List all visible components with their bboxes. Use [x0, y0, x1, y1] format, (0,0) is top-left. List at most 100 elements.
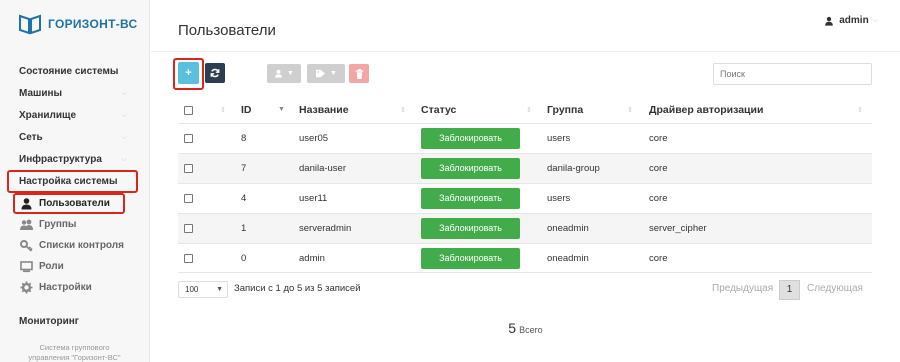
sidebar-subitem-settings[interactable]: Настройки	[0, 277, 149, 298]
sort-icon[interactable]: ⇕	[627, 106, 633, 114]
add-button[interactable]: +	[178, 62, 199, 84]
cell-id: 4	[241, 193, 247, 204]
sidebar-subitem-groups[interactable]: Группы	[0, 214, 149, 235]
cell-id: 8	[241, 133, 247, 144]
pagination-prev[interactable]: Предыдущая	[712, 283, 773, 294]
table-row[interactable]: 4 user11 Заблокировать users core	[178, 183, 872, 213]
sidebar-subitem-label: Роли	[39, 261, 64, 272]
search-input[interactable]	[713, 63, 872, 85]
select-all-checkbox[interactable]	[184, 106, 193, 115]
user-icon	[825, 16, 834, 26]
screen-icon	[20, 261, 33, 273]
cell-group: danila-group	[547, 163, 600, 174]
sidebar-item-infrastructure[interactable]: Инфраструктура ⌵	[0, 149, 149, 171]
sort-icon[interactable]: ⇕	[220, 106, 226, 114]
records-info: Записи с 1 до 5 из 5 записей	[234, 283, 361, 294]
column-header-auth-driver[interactable]: Драйвер авторизации	[649, 104, 763, 116]
labels-button[interactable]: ▼	[307, 64, 345, 83]
sidebar-subitem-acl[interactable]: Списки контроля	[0, 235, 149, 256]
sidebar-item-label: Хранилище	[19, 110, 77, 121]
table-row[interactable]: 7 danila-user Заблокировать danila-group…	[178, 153, 872, 183]
column-header-id[interactable]: ID	[241, 104, 252, 116]
key-icon	[20, 240, 33, 252]
sidebar-item-network[interactable]: Сеть ⌵	[0, 127, 149, 149]
sidebar-item-storage[interactable]: Хранилище ⌵	[0, 105, 149, 127]
sidebar-item-system-status[interactable]: Состояние системы	[0, 61, 149, 83]
cell-name: admin	[299, 253, 325, 264]
block-button[interactable]: Заблокировать	[421, 218, 520, 239]
column-header-status[interactable]: Статус	[421, 104, 456, 116]
cell-group: oneadmin	[547, 223, 589, 234]
delete-button[interactable]	[349, 64, 369, 83]
table-row[interactable]: 1 serveradmin Заблокировать oneadmin ser…	[178, 213, 872, 243]
cell-name: user05	[299, 133, 329, 144]
cell-id: 7	[241, 163, 247, 174]
sidebar-item-label: Машины	[19, 88, 63, 99]
book-logo-icon	[19, 14, 41, 35]
caret-down-icon: ▼	[330, 70, 337, 77]
row-checkbox[interactable]	[184, 194, 193, 203]
user-icon	[275, 69, 282, 78]
sidebar-subitem-label: Группы	[39, 219, 77, 230]
logo-text: ГОРИЗОНТ-ВС	[48, 17, 138, 31]
sort-icon[interactable]: ⇕	[857, 106, 863, 114]
column-header-name[interactable]: Название	[299, 104, 349, 116]
cell-id: 0	[241, 253, 247, 264]
block-button[interactable]: Заблокировать	[421, 188, 520, 209]
pagination-page-1[interactable]: 1	[779, 280, 800, 300]
per-page-value: 100	[185, 285, 199, 294]
chevron-down-icon: ⌵	[121, 134, 127, 141]
cell-name: serveradmin	[299, 223, 352, 234]
table-row[interactable]: 0 admin Заблокировать oneadmin core	[178, 243, 872, 273]
sort-icon[interactable]: ⇕	[526, 106, 532, 114]
per-page-select[interactable]: 100 ▼	[178, 281, 228, 298]
row-checkbox[interactable]	[184, 134, 193, 143]
sort-desc-icon[interactable]: ▼	[278, 106, 285, 113]
block-button[interactable]: Заблокировать	[421, 158, 520, 179]
cell-auth-driver: core	[649, 133, 668, 144]
cell-group: users	[547, 133, 571, 144]
table-row[interactable]: 8 user05 Заблокировать users core	[178, 123, 872, 153]
gear-icon	[20, 281, 33, 294]
cell-name: user11	[299, 193, 328, 204]
refresh-icon	[210, 68, 220, 78]
block-button[interactable]: Заблокировать	[421, 128, 520, 149]
page-title: Пользователи	[178, 22, 276, 39]
sidebar-item-machines[interactable]: Машины ⌵	[0, 83, 149, 105]
users-icon	[20, 219, 33, 230]
highlight-system-settings	[7, 170, 138, 193]
sidebar-item-label: Инфраструктура	[19, 154, 102, 165]
caret-down-icon: ▼	[216, 286, 223, 293]
sidebar-subitem-label: Настройки	[39, 282, 92, 293]
user-menu[interactable]: admin ⌵	[824, 15, 878, 26]
cell-auth-driver: core	[649, 193, 668, 204]
sidebar-footer-line2: управления "Горизонт-ВС"	[28, 353, 121, 362]
cell-name: danila-user	[299, 163, 346, 174]
cell-group: users	[547, 193, 571, 204]
highlight-users	[13, 193, 125, 214]
sort-icon[interactable]: ⇕	[400, 106, 406, 114]
total-count-label: Всего	[519, 325, 543, 335]
plus-icon: +	[185, 67, 192, 79]
row-checkbox[interactable]	[184, 164, 193, 173]
row-checkbox[interactable]	[184, 254, 193, 263]
sidebar-item-label: Сеть	[19, 132, 43, 143]
chevron-down-icon: ⌵	[121, 156, 127, 163]
logo[interactable]: ГОРИЗОНТ-ВС	[18, 12, 137, 36]
block-button[interactable]: Заблокировать	[421, 248, 520, 269]
total-count-value: 5	[508, 320, 517, 336]
change-owner-button[interactable]: ▼	[267, 64, 301, 83]
cell-auth-driver: server_cipher	[649, 223, 707, 234]
header-divider	[151, 51, 900, 52]
user-name: admin	[839, 15, 869, 26]
total-count: 5 Всего	[0, 320, 900, 336]
chevron-down-icon: ⌵	[121, 90, 127, 97]
column-header-group[interactable]: Группа	[547, 104, 583, 116]
sidebar-subitem-roles[interactable]: Роли	[0, 256, 149, 277]
pagination-next[interactable]: Следующая	[807, 283, 863, 294]
cell-id: 1	[241, 223, 247, 234]
row-checkbox[interactable]	[184, 224, 193, 233]
sidebar-subitem-label: Списки контроля	[39, 240, 124, 251]
sidebar-item-label: Состояние системы	[19, 66, 119, 77]
refresh-button[interactable]	[205, 63, 225, 83]
